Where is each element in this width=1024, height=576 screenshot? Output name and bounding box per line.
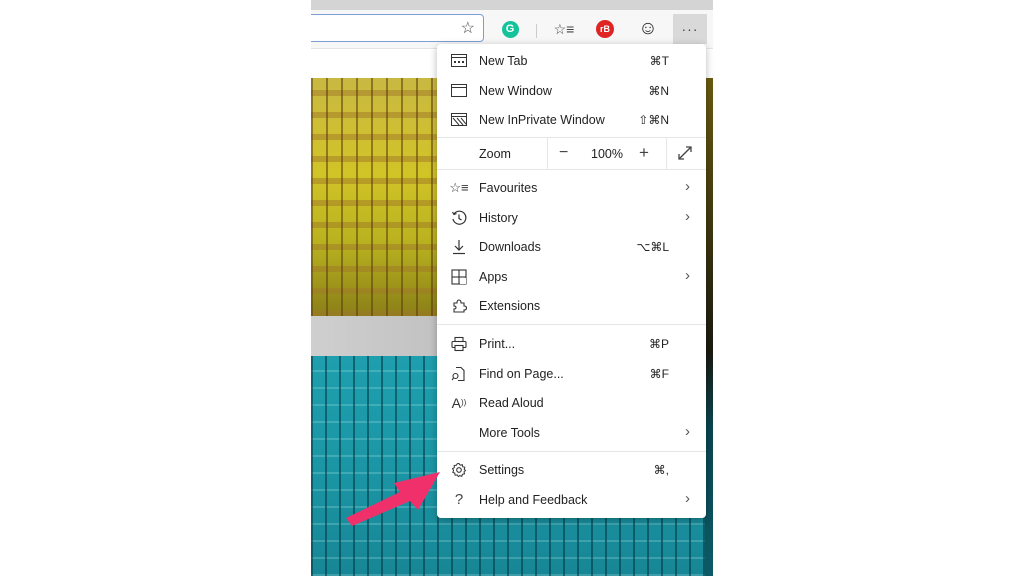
menu-item-label: Apps: [479, 269, 508, 284]
menu-item-label: Read Aloud: [479, 395, 544, 410]
add-favorite-star-icon[interactable]: ☆: [461, 18, 475, 38]
title-bar: [311, 0, 713, 10]
divider: [666, 138, 667, 169]
settings-and-more-menu: New Tab ⌘T New Window ⌘N New InPrivate W…: [437, 44, 706, 518]
zoom-level-value: 100%: [591, 147, 623, 161]
shortcut-text: ⌘N: [648, 83, 669, 98]
menu-item-label: Favourites: [479, 180, 538, 195]
download-icon: [450, 238, 468, 256]
chevron-right-icon: ›: [685, 490, 690, 507]
more-ellipsis-icon: ···: [681, 21, 699, 37]
menu-item-find-on-page[interactable]: Find on Page... ⌘F: [437, 359, 706, 388]
grammarly-extension-button[interactable]: G: [497, 16, 523, 42]
menu-divider: [437, 324, 706, 325]
address-bar[interactable]: ☆: [311, 14, 484, 42]
menu-item-label: Print...: [479, 336, 516, 351]
menu-item-history[interactable]: History ›: [437, 203, 706, 232]
smiley-icon: ☺: [638, 18, 658, 39]
fullscreen-icon[interactable]: [676, 144, 694, 162]
printer-icon: [450, 335, 468, 353]
rb-extension-button[interactable]: rB: [592, 16, 618, 42]
read-aloud-icon: A)): [451, 394, 467, 411]
chevron-right-icon: ›: [685, 267, 690, 284]
shortcut-text: ⌘T: [649, 53, 669, 68]
zoom-control: Zoom − 100% +: [437, 137, 706, 170]
menu-item-label: New Tab: [479, 53, 528, 68]
chevron-right-icon: ›: [685, 178, 690, 195]
menu-item-label: Help and Feedback: [479, 492, 588, 507]
favorites-list-icon: ☆≡: [553, 20, 575, 37]
shortcut-text: ⌘,: [653, 462, 669, 477]
menu-item-downloads[interactable]: Downloads ⌥⌘L: [437, 232, 706, 261]
menu-item-label: Find on Page...: [479, 366, 564, 381]
zoom-label: Zoom: [479, 147, 511, 161]
gear-icon: [450, 461, 468, 479]
menu-item-label: New Window: [479, 83, 552, 98]
menu-item-extensions[interactable]: Extensions: [437, 291, 706, 320]
menu-item-favourites[interactable]: ☆≡ Favourites ›: [437, 173, 706, 202]
toolbar-separator: [536, 24, 537, 38]
menu-item-new-inprivate-window[interactable]: New InPrivate Window ⇧⌘N: [437, 105, 706, 134]
annotation-arrow-icon: [346, 472, 440, 526]
new-tab-icon: [450, 52, 468, 70]
menu-item-more-tools[interactable]: More Tools ›: [437, 418, 706, 447]
menu-item-settings[interactable]: Settings ⌘,: [437, 455, 706, 484]
zoom-in-button[interactable]: +: [639, 143, 649, 163]
menu-divider: [437, 451, 706, 452]
menu-item-label: Settings: [479, 462, 525, 477]
browser-toolbar: ☆ G ☆≡ rB ☺ ···: [311, 10, 713, 48]
rb-extension-icon: rB: [596, 20, 614, 38]
history-icon: [450, 209, 468, 227]
shortcut-text: ⌘P: [648, 336, 669, 351]
favorites-list-button[interactable]: ☆≡: [551, 16, 577, 42]
zoom-out-button[interactable]: −: [559, 144, 568, 162]
favourites-icon: ☆≡: [449, 179, 469, 195]
menu-item-label: Downloads: [479, 239, 541, 254]
menu-item-label: History: [479, 210, 518, 225]
shortcut-text: ⌥⌘L: [636, 239, 669, 254]
menu-item-new-tab[interactable]: New Tab ⌘T: [437, 46, 706, 75]
chevron-right-icon: ›: [685, 423, 690, 440]
settings-and-more-button[interactable]: ···: [673, 14, 707, 44]
photo-edge: [705, 78, 713, 576]
help-icon: ?: [454, 491, 464, 508]
divider: [547, 138, 548, 169]
find-icon: [450, 365, 468, 383]
screenshot: ☆ G ☆≡ rB ☺ ··· New Tab ⌘T New Window ⌘N…: [0, 0, 1024, 576]
inprivate-icon: [450, 111, 468, 129]
feedback-button[interactable]: ☺: [635, 16, 661, 42]
shortcut-text: ⌘F: [649, 366, 669, 381]
grammarly-icon: G: [501, 20, 519, 38]
new-window-icon: [450, 82, 468, 100]
menu-item-read-aloud[interactable]: A)) Read Aloud: [437, 388, 706, 417]
menu-item-apps[interactable]: Apps ›: [437, 262, 706, 291]
apps-icon: [450, 268, 468, 286]
chevron-right-icon: ›: [685, 208, 690, 225]
menu-item-help-and-feedback[interactable]: ? Help and Feedback ›: [437, 485, 706, 514]
menu-item-label: Extensions: [479, 298, 541, 313]
menu-item-new-window[interactable]: New Window ⌘N: [437, 76, 706, 105]
puzzle-icon: [450, 297, 468, 315]
menu-item-label: More Tools: [479, 425, 540, 440]
shortcut-text: ⇧⌘N: [638, 112, 669, 127]
menu-item-label: New InPrivate Window: [479, 112, 605, 127]
menu-item-print[interactable]: Print... ⌘P: [437, 329, 706, 358]
